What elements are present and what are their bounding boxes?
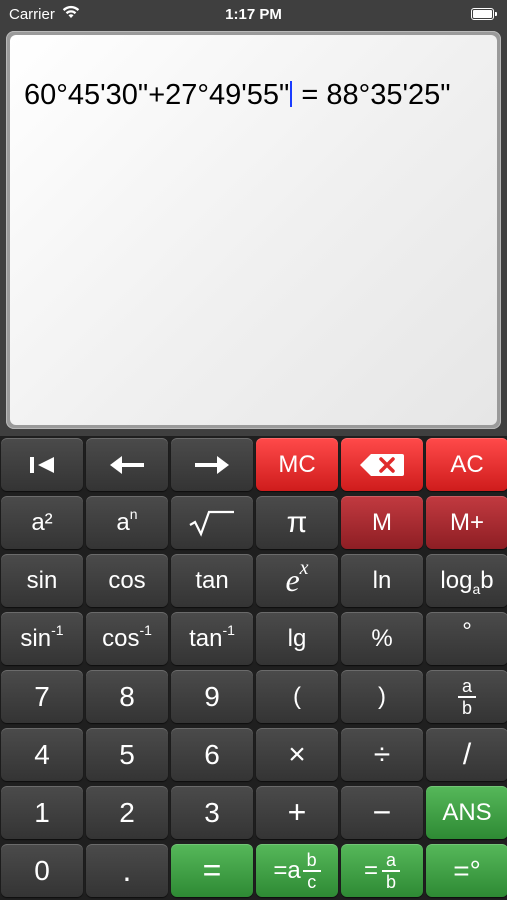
arctan-button[interactable]: tan -1 (171, 612, 253, 665)
digit-0-button[interactable]: 0 (1, 844, 83, 897)
digit-7-button[interactable]: 7 (1, 670, 83, 723)
log-base-button[interactable]: log a b (426, 554, 507, 607)
decimal-point-button[interactable]: . (86, 844, 168, 897)
tan-button[interactable]: tan (171, 554, 253, 607)
all-clear-button[interactable]: AC (426, 438, 507, 491)
digit-3-button[interactable]: 3 (171, 786, 253, 839)
plus-button[interactable]: + (256, 786, 338, 839)
fraction-button[interactable]: ab (426, 670, 507, 723)
memory-add-button[interactable]: M+ (426, 496, 507, 549)
sin-button[interactable]: sin (1, 554, 83, 607)
skip-start-icon (30, 456, 54, 473)
battery-icon (471, 8, 497, 20)
divide-button[interactable]: ÷ (341, 728, 423, 781)
left-paren-button[interactable]: ( (256, 670, 338, 723)
degree-button[interactable]: ° (426, 612, 507, 665)
memory-recall-button[interactable]: M (341, 496, 423, 549)
expression-result: = 88°35'25" (293, 79, 451, 111)
lg-button[interactable]: lg (256, 612, 338, 665)
arrow-right-icon (195, 455, 229, 474)
equals-mixed-fraction-button[interactable]: =a bc (256, 844, 338, 897)
arccos-button[interactable]: cos -1 (86, 612, 168, 665)
digit-1-button[interactable]: 1 (1, 786, 83, 839)
exp-button[interactable]: ex (256, 554, 338, 607)
cursor-home-button[interactable] (1, 438, 83, 491)
percent-button[interactable]: % (341, 612, 423, 665)
equals-button[interactable]: = (171, 844, 253, 897)
expression-display: 60°45'30"+27°49'55" = 88°35'25" (24, 79, 451, 112)
cursor-right-button[interactable] (171, 438, 253, 491)
square-button[interactable]: a² (1, 496, 83, 549)
cos-button[interactable]: cos (86, 554, 168, 607)
sqrt-icon (189, 510, 234, 537)
backspace-button[interactable] (341, 438, 423, 491)
answer-button[interactable]: ANS (426, 786, 507, 839)
display-screen[interactable]: 60°45'30"+27°49'55" = 88°35'25" (10, 35, 497, 425)
minus-button[interactable]: − (341, 786, 423, 839)
keypad: MC AC a² an π M M+ sin cos tan ex ln log… (0, 436, 507, 900)
backspace-icon (360, 453, 404, 476)
fraction-result-icon: ab (382, 851, 400, 891)
memory-clear-button[interactable]: MC (256, 438, 338, 491)
digit-4-button[interactable]: 4 (1, 728, 83, 781)
equals-fraction-button[interactable]: = ab (341, 844, 423, 897)
power-button[interactable]: an (86, 496, 168, 549)
display-panel: 60°45'30"+27°49'55" = 88°35'25" (6, 31, 501, 429)
cursor-left-button[interactable] (86, 438, 168, 491)
arcsin-button[interactable]: sin -1 (1, 612, 83, 665)
arrow-left-icon (110, 455, 144, 474)
multiply-button[interactable]: × (256, 728, 338, 781)
slash-button[interactable]: / (426, 728, 507, 781)
clock: 1:17 PM (225, 6, 282, 23)
ln-button[interactable]: ln (341, 554, 423, 607)
digit-6-button[interactable]: 6 (171, 728, 253, 781)
digit-9-button[interactable]: 9 (171, 670, 253, 723)
expression-input: 60°45'30"+27°49'55" (24, 79, 290, 111)
mixed-fraction-icon: bc (302, 851, 321, 891)
right-paren-button[interactable]: ) (341, 670, 423, 723)
status-bar: Carrier 1:17 PM (0, 0, 507, 28)
square-root-button[interactable] (171, 496, 253, 549)
pi-button[interactable]: π (256, 496, 338, 549)
equals-degree-button[interactable]: =° (426, 844, 507, 897)
digit-5-button[interactable]: 5 (86, 728, 168, 781)
digit-2-button[interactable]: 2 (86, 786, 168, 839)
digit-8-button[interactable]: 8 (86, 670, 168, 723)
fraction-icon: ab (458, 677, 476, 717)
